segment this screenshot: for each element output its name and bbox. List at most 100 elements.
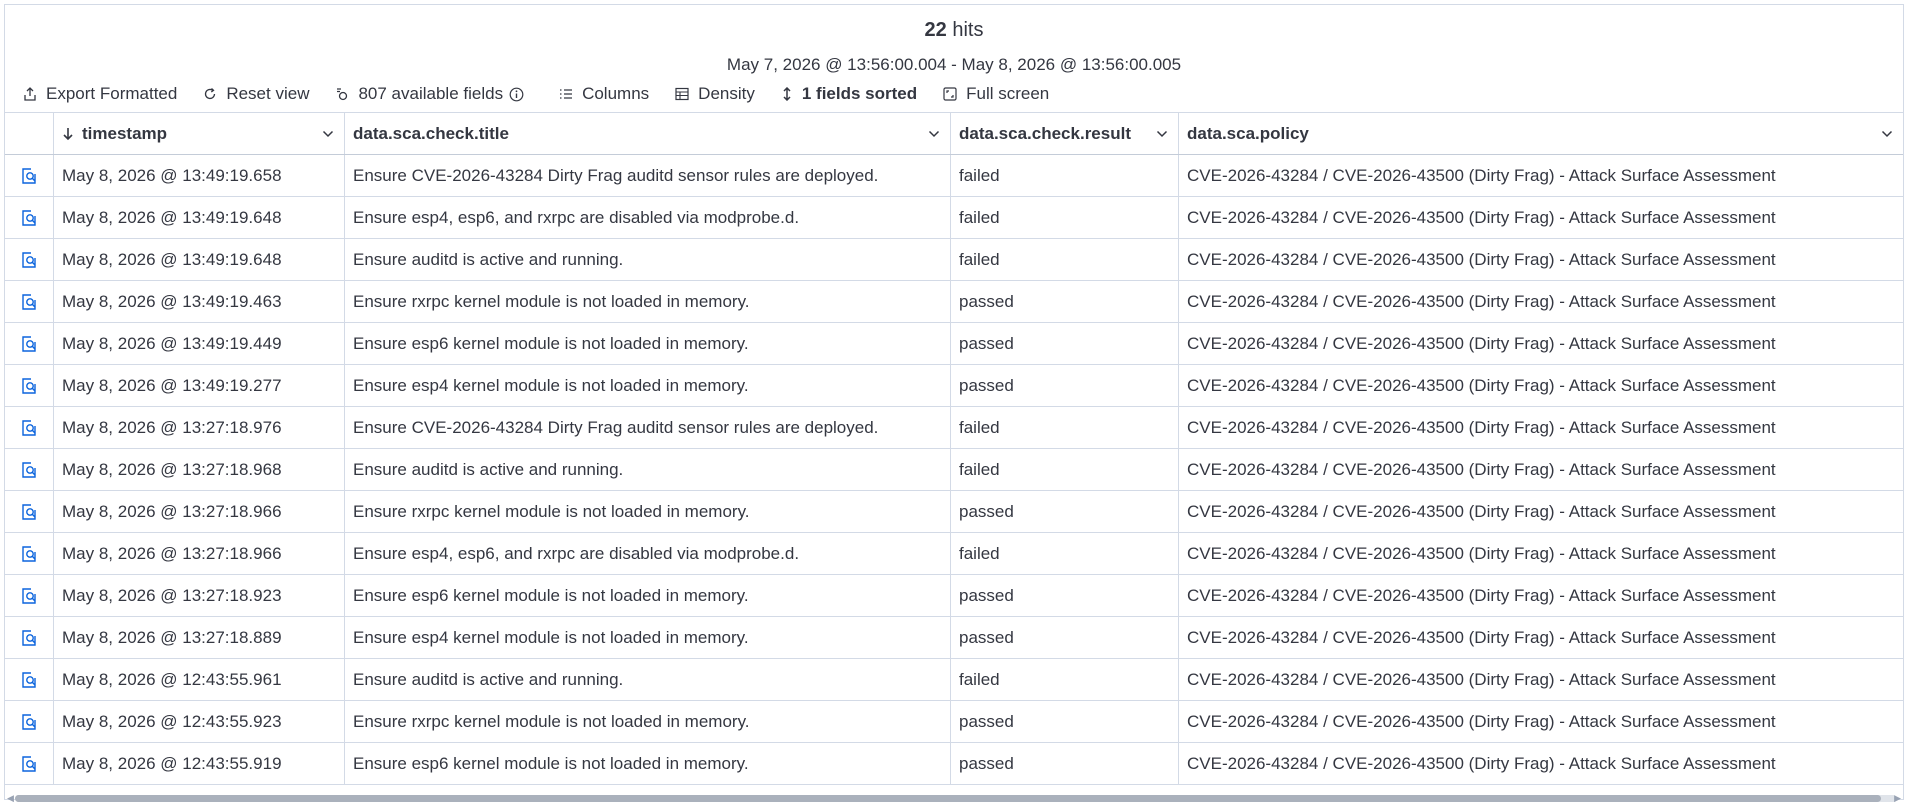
- column-header-check-title[interactable]: data.sca.check.title: [345, 113, 951, 154]
- cell-policy[interactable]: CVE-2026-43284 / CVE-2026-43500 (Dirty F…: [1179, 491, 1903, 532]
- cell-check-result[interactable]: failed: [951, 533, 1179, 574]
- column-header-policy[interactable]: data.sca.policy: [1179, 113, 1903, 154]
- cell-policy[interactable]: CVE-2026-43284 / CVE-2026-43500 (Dirty F…: [1179, 617, 1903, 658]
- cell-check-result[interactable]: failed: [951, 449, 1179, 490]
- cell-policy[interactable]: CVE-2026-43284 / CVE-2026-43500 (Dirty F…: [1179, 743, 1903, 784]
- cell-check-result[interactable]: passed: [951, 491, 1179, 532]
- cell-check-result[interactable]: failed: [951, 659, 1179, 700]
- cell-check-title[interactable]: Ensure esp4, esp6, and rxrpc are disable…: [345, 197, 951, 238]
- cell-timestamp[interactable]: May 8, 2026 @ 13:27:18.966: [54, 533, 345, 574]
- column-header-check-result[interactable]: data.sca.check.result: [951, 113, 1179, 154]
- cell-check-result[interactable]: passed: [951, 617, 1179, 658]
- cell-policy[interactable]: CVE-2026-43284 / CVE-2026-43500 (Dirty F…: [1179, 281, 1903, 322]
- row-control-cell: [5, 155, 54, 196]
- inspect-document-icon[interactable]: [20, 629, 38, 647]
- cell-check-title[interactable]: Ensure esp6 kernel module is not loaded …: [345, 323, 951, 364]
- cell-check-title[interactable]: Ensure esp6 kernel module is not loaded …: [345, 743, 951, 784]
- full-screen-button[interactable]: Full screen: [943, 84, 1049, 104]
- table-row: May 8, 2026 @ 13:27:18.976 Ensure CVE-202…: [5, 407, 1903, 449]
- cell-timestamp[interactable]: May 8, 2026 @ 13:49:19.648: [54, 239, 345, 280]
- cell-check-title[interactable]: Ensure esp6 kernel module is not loaded …: [345, 575, 951, 616]
- chevron-down-icon[interactable]: [928, 130, 940, 138]
- cell-check-result[interactable]: passed: [951, 575, 1179, 616]
- cell-check-result[interactable]: passed: [951, 365, 1179, 406]
- cell-timestamp[interactable]: May 8, 2026 @ 13:27:18.976: [54, 407, 345, 448]
- inspect-document-icon[interactable]: [20, 167, 38, 185]
- cell-check-title[interactable]: Ensure CVE-2026-43284 Dirty Frag auditd …: [345, 407, 951, 448]
- cell-check-title[interactable]: Ensure esp4 kernel module is not loaded …: [345, 617, 951, 658]
- cell-timestamp[interactable]: May 8, 2026 @ 13:27:18.968: [54, 449, 345, 490]
- cell-check-result[interactable]: passed: [951, 281, 1179, 322]
- cell-check-result[interactable]: failed: [951, 239, 1179, 280]
- inspect-document-icon[interactable]: [20, 293, 38, 311]
- density-button[interactable]: Density: [675, 84, 755, 104]
- inspect-document-icon[interactable]: [20, 503, 38, 521]
- chevron-down-icon[interactable]: [1156, 130, 1168, 138]
- cell-check-title[interactable]: Ensure rxrpc kernel module is not loaded…: [345, 701, 951, 742]
- cell-check-result[interactable]: failed: [951, 407, 1179, 448]
- cell-timestamp[interactable]: May 8, 2026 @ 12:43:55.923: [54, 701, 345, 742]
- inspect-document-icon[interactable]: [20, 755, 38, 773]
- cell-check-title[interactable]: Ensure auditd is active and running.: [345, 659, 951, 700]
- inspect-document-icon[interactable]: [20, 209, 38, 227]
- cell-policy[interactable]: CVE-2026-43284 / CVE-2026-43500 (Dirty F…: [1179, 575, 1903, 616]
- cell-check-title[interactable]: Ensure esp4 kernel module is not loaded …: [345, 365, 951, 406]
- scroll-left-arrow-icon[interactable]: ◀: [7, 793, 14, 804]
- cell-timestamp[interactable]: May 8, 2026 @ 13:49:19.648: [54, 197, 345, 238]
- cell-timestamp[interactable]: May 8, 2026 @ 13:49:19.277: [54, 365, 345, 406]
- inspect-document-icon[interactable]: [20, 461, 38, 479]
- cell-policy[interactable]: CVE-2026-43284 / CVE-2026-43500 (Dirty F…: [1179, 155, 1903, 196]
- cell-policy[interactable]: CVE-2026-43284 / CVE-2026-43500 (Dirty F…: [1179, 701, 1903, 742]
- cell-check-result[interactable]: failed: [951, 197, 1179, 238]
- horizontal-scrollbar[interactable]: [15, 795, 1897, 802]
- cell-timestamp[interactable]: May 8, 2026 @ 13:49:19.449: [54, 323, 345, 364]
- cell-policy[interactable]: CVE-2026-43284 / CVE-2026-43500 (Dirty F…: [1179, 407, 1903, 448]
- cell-check-result[interactable]: passed: [951, 701, 1179, 742]
- inspect-document-icon[interactable]: [20, 251, 38, 269]
- cell-policy[interactable]: CVE-2026-43284 / CVE-2026-43500 (Dirty F…: [1179, 323, 1903, 364]
- cell-timestamp[interactable]: May 8, 2026 @ 13:49:19.658: [54, 155, 345, 196]
- cell-policy[interactable]: CVE-2026-43284 / CVE-2026-43500 (Dirty F…: [1179, 449, 1903, 490]
- inspect-document-icon[interactable]: [20, 713, 38, 731]
- cell-timestamp[interactable]: May 8, 2026 @ 13:27:18.889: [54, 617, 345, 658]
- row-control-cell: [5, 659, 54, 700]
- inspect-document-icon[interactable]: [20, 587, 38, 605]
- cell-timestamp[interactable]: May 8, 2026 @ 13:27:18.966: [54, 491, 345, 532]
- inspect-document-icon[interactable]: [20, 335, 38, 353]
- cell-check-result[interactable]: passed: [951, 743, 1179, 784]
- column-header-label: data.sca.check.result: [959, 123, 1131, 143]
- chevron-down-icon[interactable]: [1881, 130, 1893, 138]
- inspect-document-icon[interactable]: [20, 545, 38, 563]
- cell-check-title[interactable]: Ensure auditd is active and running.: [345, 449, 951, 490]
- cell-policy[interactable]: CVE-2026-43284 / CVE-2026-43500 (Dirty F…: [1179, 659, 1903, 700]
- available-fields-button[interactable]: 807 available fields: [335, 84, 533, 104]
- cell-check-title[interactable]: Ensure rxrpc kernel module is not loaded…: [345, 281, 951, 322]
- columns-button[interactable]: Columns: [559, 84, 649, 104]
- cell-check-result[interactable]: passed: [951, 323, 1179, 364]
- cell-timestamp[interactable]: May 8, 2026 @ 12:43:55.919: [54, 743, 345, 784]
- table-row: May 8, 2026 @ 12:43:55.961 Ensure auditd …: [5, 659, 1903, 701]
- chevron-down-icon[interactable]: [322, 130, 334, 138]
- export-formatted-button[interactable]: Export Formatted: [23, 84, 177, 104]
- column-header-timestamp[interactable]: timestamp: [54, 113, 345, 154]
- inspect-document-icon[interactable]: [20, 671, 38, 689]
- cell-check-title[interactable]: Ensure CVE-2026-43284 Dirty Frag auditd …: [345, 155, 951, 196]
- cell-policy[interactable]: CVE-2026-43284 / CVE-2026-43500 (Dirty F…: [1179, 239, 1903, 280]
- cell-policy[interactable]: CVE-2026-43284 / CVE-2026-43500 (Dirty F…: [1179, 365, 1903, 406]
- scroll-right-arrow-icon[interactable]: ▶: [1894, 793, 1901, 804]
- inspect-document-icon[interactable]: [20, 377, 38, 395]
- cell-timestamp[interactable]: May 8, 2026 @ 13:49:19.463: [54, 281, 345, 322]
- cell-check-title[interactable]: Ensure rxrpc kernel module is not loaded…: [345, 491, 951, 532]
- info-icon[interactable]: [509, 87, 524, 102]
- cell-check-title[interactable]: Ensure auditd is active and running.: [345, 239, 951, 280]
- cell-policy[interactable]: CVE-2026-43284 / CVE-2026-43500 (Dirty F…: [1179, 533, 1903, 574]
- inspect-document-icon[interactable]: [20, 419, 38, 437]
- fields-sorted-button[interactable]: 1 fields sorted: [781, 84, 917, 104]
- cell-check-result[interactable]: failed: [951, 155, 1179, 196]
- cell-policy[interactable]: CVE-2026-43284 / CVE-2026-43500 (Dirty F…: [1179, 197, 1903, 238]
- cell-timestamp[interactable]: May 8, 2026 @ 12:43:55.961: [54, 659, 345, 700]
- reset-view-button[interactable]: Reset view: [203, 84, 309, 104]
- cell-check-title[interactable]: Ensure esp4, esp6, and rxrpc are disable…: [345, 533, 951, 574]
- cell-timestamp[interactable]: May 8, 2026 @ 13:27:18.923: [54, 575, 345, 616]
- scrollbar-thumb[interactable]: [15, 795, 1881, 802]
